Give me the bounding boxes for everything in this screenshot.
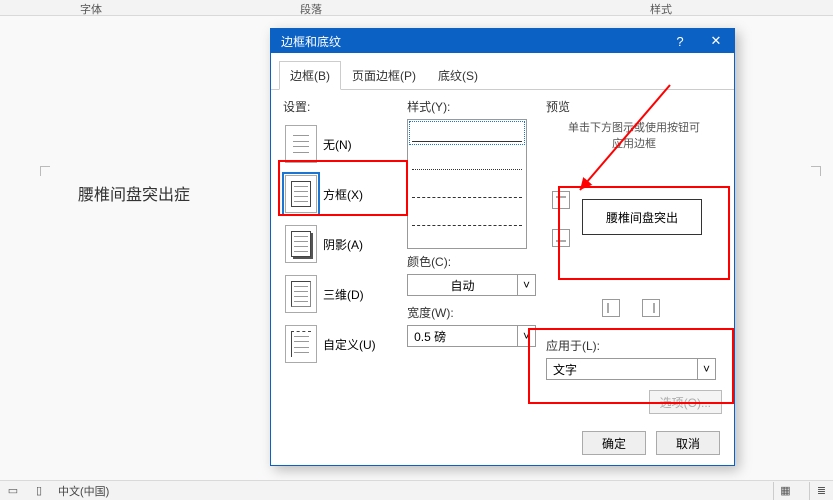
borders-shading-dialog: 边框和底纹 ? ✕ 边框(B) 页面边框(P) 底纹(S) 设置: 无(N) 方… — [270, 28, 735, 466]
document-text[interactable]: 腰椎间盘突出症 — [78, 181, 190, 205]
dialog-title: 边框和底纹 — [281, 33, 341, 50]
page-icon[interactable]: ▭ — [6, 484, 20, 498]
ribbon-group-font: 字体 — [80, 1, 102, 17]
setting-three-d[interactable]: 三维(D) — [283, 269, 397, 319]
color-combo[interactable]: 自动 ˅ — [407, 274, 536, 296]
chevron-down-icon[interactable]: ˅ — [517, 326, 535, 346]
setting-shadow[interactable]: 阴影(A) — [283, 219, 397, 269]
ok-button[interactable]: 确定 — [582, 431, 646, 455]
chevron-down-icon[interactable]: ˅ — [697, 359, 715, 379]
preview-btn-left[interactable] — [602, 299, 620, 317]
settings-label: 设置: — [283, 98, 397, 115]
preview-btn-right[interactable] — [642, 299, 660, 317]
style-listbox[interactable] — [407, 119, 527, 249]
preview-btn-bottom[interactable] — [552, 229, 570, 247]
width-label: 宽度(W): — [407, 304, 536, 321]
view-print-icon[interactable]: ≣ — [809, 482, 833, 500]
dialog-tabs: 边框(B) 页面边框(P) 底纹(S) — [271, 53, 734, 90]
preview-btn-top[interactable] — [552, 191, 570, 209]
ribbon-strip: 字体 段落 样式 — [0, 0, 833, 16]
status-language[interactable]: 中文(中国) — [58, 483, 109, 499]
book-icon[interactable]: ▯ — [32, 484, 46, 498]
help-button[interactable]: ? — [662, 29, 698, 53]
page-corner-mark — [811, 166, 821, 176]
preview-sample: 腰椎间盘突出 — [582, 199, 702, 235]
style-option-dashed[interactable] — [412, 180, 522, 198]
tab-borders[interactable]: 边框(B) — [279, 61, 341, 90]
tab-shading[interactable]: 底纹(S) — [427, 61, 489, 90]
view-read-icon[interactable]: ▦ — [773, 482, 797, 500]
close-button[interactable]: ✕ — [698, 29, 734, 53]
page-corner-mark — [40, 166, 50, 176]
preview-label: 预览 — [546, 98, 722, 115]
style-label: 样式(Y): — [407, 98, 536, 115]
style-option-dashed-3[interactable] — [412, 236, 522, 249]
apply-to-combo[interactable]: 文字 ˅ — [546, 358, 716, 380]
style-option-dotted[interactable] — [412, 152, 522, 170]
width-combo[interactable]: 0.5 磅 ˅ — [407, 325, 536, 347]
color-label: 颜色(C): — [407, 253, 536, 270]
style-option-solid[interactable] — [412, 124, 522, 142]
preview-hint: 单击下方图示或使用按钮可应用边框 — [546, 119, 722, 151]
setting-box[interactable]: 方框(X) — [283, 169, 397, 219]
style-option-dashed-2[interactable] — [412, 208, 522, 226]
setting-none[interactable]: 无(N) — [283, 119, 397, 169]
ribbon-group-styles: 样式 — [650, 1, 672, 17]
ribbon-group-paragraph: 段落 — [300, 1, 322, 17]
dialog-titlebar[interactable]: 边框和底纹 ? ✕ — [271, 29, 734, 53]
cancel-button[interactable]: 取消 — [656, 431, 720, 455]
apply-to-label: 应用于(L): — [546, 337, 722, 354]
options-button: 选项(O)... — [649, 390, 722, 414]
status-bar: ▭ ▯ 中文(中国) ▦ ≣ — [0, 480, 833, 500]
setting-custom[interactable]: 自定义(U) — [283, 319, 397, 369]
chevron-down-icon[interactable]: ˅ — [517, 275, 535, 295]
preview-diagram: 腰椎间盘突出 — [552, 169, 722, 299]
tab-page-border[interactable]: 页面边框(P) — [341, 61, 427, 90]
